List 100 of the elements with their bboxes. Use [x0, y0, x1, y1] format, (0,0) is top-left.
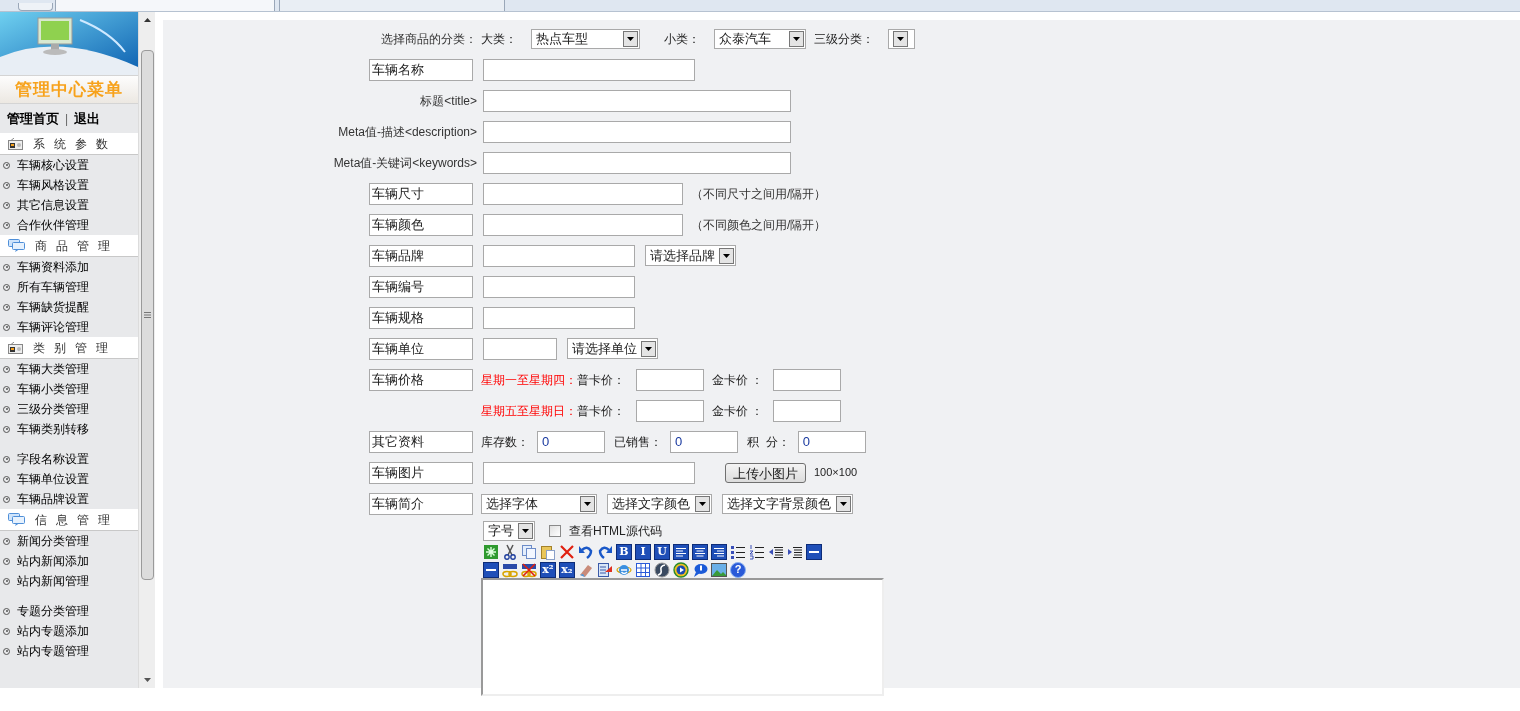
menu-item[interactable]: 车辆单位设置 — [17, 470, 89, 488]
dropdown[interactable] — [888, 28, 915, 49]
day-range-text: 星期五至星期日： — [481, 402, 577, 420]
stock-label: 已销售： — [614, 433, 662, 451]
play-icon[interactable] — [673, 561, 689, 578]
menu-item[interactable]: 其它信息设置 — [17, 196, 89, 214]
format-icon[interactable]: B — [616, 543, 632, 560]
menu-item[interactable]: 字段名称设置 — [17, 450, 89, 468]
text-field[interactable] — [483, 461, 695, 484]
undo-icon[interactable] — [578, 543, 594, 560]
align-left-icon[interactable] — [673, 543, 689, 560]
section-header[interactable]: 系统参数 — [0, 133, 138, 155]
document-arrow-icon[interactable] — [597, 561, 613, 578]
format-icon[interactable]: U — [654, 543, 670, 560]
menu-item[interactable]: 车辆资料添加 — [17, 258, 89, 276]
scissors-icon[interactable] — [502, 543, 518, 560]
field-label: 车辆尺寸 — [369, 182, 473, 205]
numbered-list-icon[interactable] — [749, 543, 765, 560]
field-label: 选择商品的分类： — [381, 30, 477, 48]
scroll-up-icon[interactable] — [143, 18, 151, 22]
dropdown[interactable]: 请选择单位 — [567, 338, 658, 359]
field-label: 车辆品牌 — [369, 244, 473, 267]
text-field[interactable] — [483, 58, 695, 81]
menu-item[interactable]: 站内新闻添加 — [17, 552, 89, 570]
day-range-text: 星期一至星期四： — [481, 371, 577, 389]
menu-item[interactable]: 专题分类管理 — [17, 602, 89, 620]
dropdown[interactable]: 字号 — [483, 520, 535, 541]
text-field[interactable] — [483, 337, 557, 360]
text-field[interactable] — [483, 120, 791, 143]
scroll-down-icon[interactable] — [143, 678, 151, 682]
align-center-icon[interactable] — [692, 543, 708, 560]
text-field[interactable]: 0 — [670, 430, 738, 453]
menu-item[interactable]: 新闻分类管理 — [17, 532, 89, 550]
link-separator: | — [65, 110, 69, 128]
redo-icon[interactable] — [597, 543, 613, 560]
select-label: 小类： — [664, 30, 700, 48]
menu-item[interactable]: 站内新闻管理 — [17, 572, 89, 590]
dropdown[interactable]: 选择字体 — [481, 493, 597, 514]
menu-item[interactable]: 合作伙伴管理 — [17, 216, 89, 234]
menu-item[interactable]: 车辆大类管理 — [17, 360, 89, 378]
format-icon[interactable]: x² — [540, 561, 556, 578]
checkbox[interactable] — [549, 524, 561, 537]
align-right-icon[interactable] — [711, 543, 727, 560]
dropdown[interactable]: 请选择品牌 — [645, 245, 736, 266]
menu-item[interactable]: 站内专题管理 — [17, 642, 89, 660]
menu-item[interactable]: 车辆品牌设置 — [17, 490, 89, 508]
menu-item[interactable]: 车辆评论管理 — [17, 318, 89, 336]
menu-item[interactable]: 站内专题添加 — [17, 622, 89, 640]
chain-link-icon[interactable] — [502, 561, 518, 578]
flash-icon[interactable] — [654, 561, 670, 578]
text-field[interactable] — [483, 182, 683, 205]
clipboard-icon[interactable] — [540, 543, 556, 560]
section-title: 系统参数 — [33, 135, 117, 153]
menu-item[interactable]: 车辆核心设置 — [17, 156, 89, 174]
text-field[interactable] — [483, 306, 635, 329]
table-icon[interactable] — [635, 561, 651, 578]
section-header[interactable]: 信息管理 — [0, 509, 138, 531]
broken-link-icon[interactable] — [521, 561, 537, 578]
delete-icon[interactable] — [559, 543, 575, 560]
dropdown[interactable]: 众泰汽车 — [714, 28, 806, 49]
text-field[interactable] — [636, 399, 704, 422]
menu-item[interactable]: 车辆类别转移 — [17, 420, 89, 438]
text-field[interactable]: 0 — [537, 430, 605, 453]
menu-item[interactable]: 三级分类管理 — [17, 400, 89, 418]
menu-link[interactable]: 管理首页 — [7, 108, 59, 129]
menu-item[interactable]: 车辆缺货提醒 — [17, 298, 89, 316]
help-icon[interactable]: ? — [730, 561, 746, 578]
field-label: 车辆简介 — [369, 492, 473, 515]
field-label: 车辆单位 — [369, 337, 473, 360]
text-field[interactable] — [773, 368, 842, 391]
bullet-list-icon[interactable] — [730, 543, 746, 560]
menu-item[interactable]: 所有车辆管理 — [17, 278, 89, 296]
text-field[interactable] — [483, 89, 791, 112]
speech-bubble-icon[interactable] — [692, 561, 708, 578]
section-header[interactable]: 商品管理 — [0, 235, 138, 257]
picture-icon[interactable] — [711, 561, 727, 578]
dropdown[interactable]: 热点车型 — [531, 28, 640, 49]
menu-item[interactable]: 车辆风格设置 — [17, 176, 89, 194]
section-header[interactable]: 类别管理 — [0, 337, 138, 359]
format-icon[interactable]: x₂ — [559, 561, 575, 578]
section-title: 信息管理 — [35, 511, 119, 529]
text-field[interactable] — [483, 244, 635, 267]
text-field[interactable] — [636, 368, 704, 391]
format-icon[interactable]: I — [635, 543, 651, 560]
upload-button[interactable]: 上传小图片 — [725, 462, 806, 483]
menu-link[interactable]: 退出 — [74, 108, 101, 129]
field-label: 其它资料 — [369, 430, 473, 453]
browser-tab[interactable] — [18, 3, 53, 11]
hint-text: （不同尺寸之间用/隔开） — [691, 185, 827, 203]
menu-item[interactable]: 车辆小类管理 — [17, 380, 89, 398]
text-field[interactable] — [773, 399, 842, 422]
scrollbar[interactable] — [138, 12, 155, 688]
dropdown[interactable]: 选择文字背景颜色 — [722, 493, 853, 514]
scroll-thumb[interactable] — [140, 50, 154, 580]
text-field[interactable] — [483, 151, 791, 174]
text-field[interactable]: 0 — [797, 430, 866, 453]
dropdown[interactable]: 选择文字颜色 — [607, 493, 712, 514]
text-field[interactable] — [483, 213, 683, 236]
text-field[interactable] — [483, 275, 635, 298]
price-label: 金卡价 ： — [712, 371, 764, 389]
